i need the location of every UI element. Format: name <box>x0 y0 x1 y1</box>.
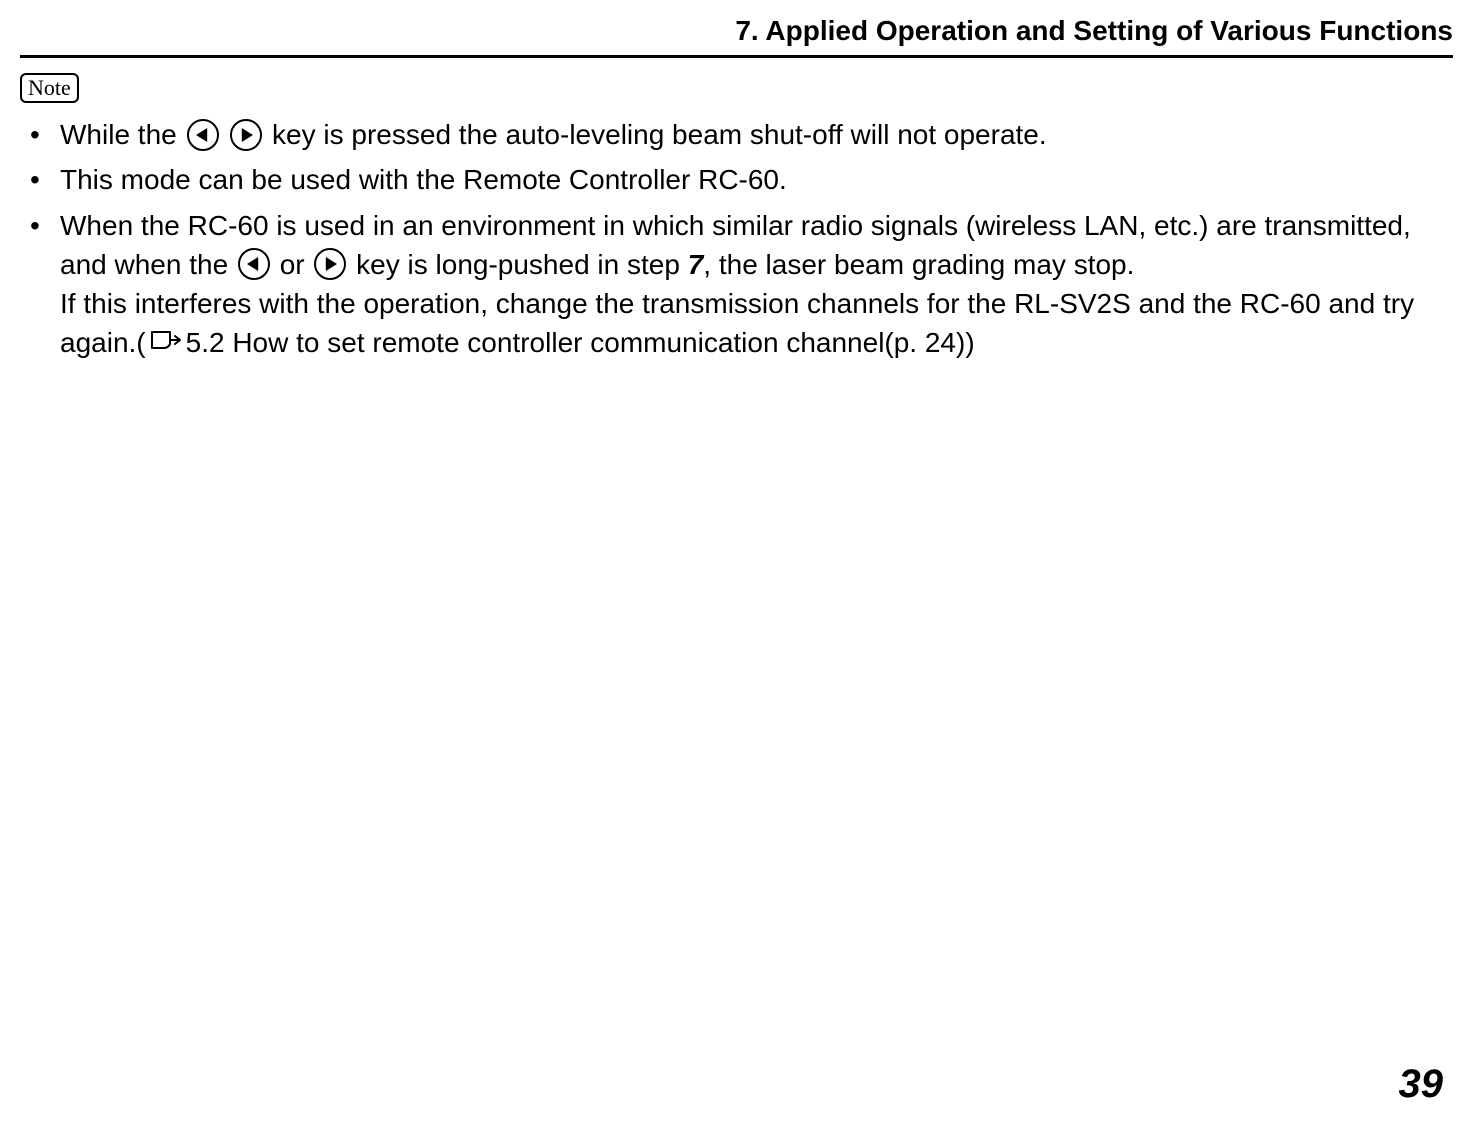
page-header: 7. Applied Operation and Setting of Vari… <box>20 10 1453 58</box>
bullet-item: This mode can be used with the Remote Co… <box>20 160 1453 199</box>
bullet-text: , the laser beam grading may stop. <box>703 249 1134 280</box>
bullet-text <box>221 119 229 150</box>
bullet-text: While the <box>60 119 185 150</box>
bullet-text: 5.2 How to set remote controller communi… <box>186 327 975 358</box>
cross-reference-icon <box>148 323 182 362</box>
note-badge: Note <box>20 73 79 103</box>
note-label: Note <box>28 75 71 100</box>
left-arrow-key-icon <box>238 248 270 280</box>
step-number: 7 <box>688 249 704 280</box>
bullet-item: When the RC-60 is used in an environment… <box>20 206 1453 365</box>
left-arrow-key-icon <box>187 119 219 151</box>
bullet-text: or <box>272 249 312 280</box>
header-title: 7. Applied Operation and Setting of Vari… <box>735 15 1453 46</box>
right-arrow-key-icon <box>230 119 262 151</box>
right-arrow-key-icon <box>314 248 346 280</box>
bullet-text: This mode can be used with the Remote Co… <box>60 164 787 195</box>
note-bullets: While the key is pressed the auto-leveli… <box>20 115 1453 364</box>
bullet-text: key is long-pushed in step <box>348 249 687 280</box>
bullet-item: While the key is pressed the auto-leveli… <box>20 115 1453 154</box>
page-number: 39 <box>1399 1062 1444 1107</box>
bullet-text: key is pressed the auto-leveling beam sh… <box>264 119 1046 150</box>
